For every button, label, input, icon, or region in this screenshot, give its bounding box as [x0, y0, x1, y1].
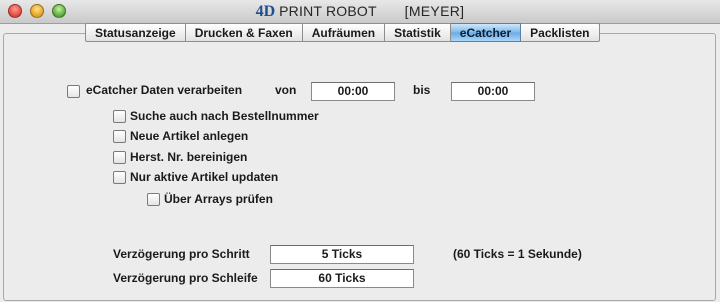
von-time-field[interactable]: 00:00: [311, 82, 395, 101]
ecatcher-enable-checkbox[interactable]: [67, 85, 80, 98]
delay-step-label: Verzögerung pro Schritt: [113, 247, 250, 261]
4d-logo-icon: 4D: [255, 3, 276, 20]
tab-statistik[interactable]: Statistik: [385, 23, 451, 42]
search-order-number-label: Suche auch nach Bestellnummer: [130, 109, 319, 123]
tab-statusanzeige[interactable]: Statusanzeige: [85, 23, 186, 42]
ticks-per-second-note: (60 Ticks = 1 Sekunde): [453, 247, 582, 261]
update-active-only-label: Nur aktive Artikel updaten: [130, 170, 279, 184]
tab-bar: Statusanzeige Drucken & Faxen Aufräumen …: [85, 23, 600, 43]
update-active-only-checkbox[interactable]: [113, 171, 126, 184]
bis-time-field[interactable]: 00:00: [451, 82, 535, 101]
window-title: 4D PRINT ROBOT [MEYER]: [0, 0, 720, 23]
clean-manufacturer-number-checkbox[interactable]: [113, 151, 126, 164]
check-via-arrays-label: Über Arrays prüfen: [164, 192, 273, 206]
von-label: von: [275, 83, 297, 97]
window-title-text: PRINT ROBOT: [279, 3, 377, 19]
tab-aufraeumen[interactable]: Aufräumen: [302, 23, 386, 42]
check-via-arrays-checkbox[interactable]: [147, 193, 160, 206]
clean-manufacturer-number-label: Herst. Nr. bereinigen: [130, 150, 248, 164]
tab-packlisten[interactable]: Packlisten: [521, 23, 600, 42]
create-articles-label: Neue Artikel anlegen: [130, 129, 249, 143]
search-order-number-checkbox[interactable]: [113, 110, 126, 123]
delay-loop-field[interactable]: 60 Ticks: [270, 269, 414, 288]
ecatcher-enable-label: eCatcher Daten verarbeiten: [86, 83, 243, 97]
bis-label: bis: [413, 83, 431, 97]
delay-loop-label: Verzögerung pro Schleife: [113, 271, 258, 285]
delay-step-field[interactable]: 5 Ticks: [270, 245, 414, 264]
window-title-user: [MEYER]: [404, 3, 465, 19]
tab-drucken-faxen[interactable]: Drucken & Faxen: [185, 23, 303, 42]
title-bar[interactable]: 4D PRINT ROBOT [MEYER]: [0, 0, 720, 24]
tab-ecatcher[interactable]: eCatcher: [450, 23, 522, 42]
create-articles-checkbox[interactable]: [113, 130, 126, 143]
print-robot-window: 4D PRINT ROBOT [MEYER] Statusanzeige Dru…: [0, 0, 720, 302]
